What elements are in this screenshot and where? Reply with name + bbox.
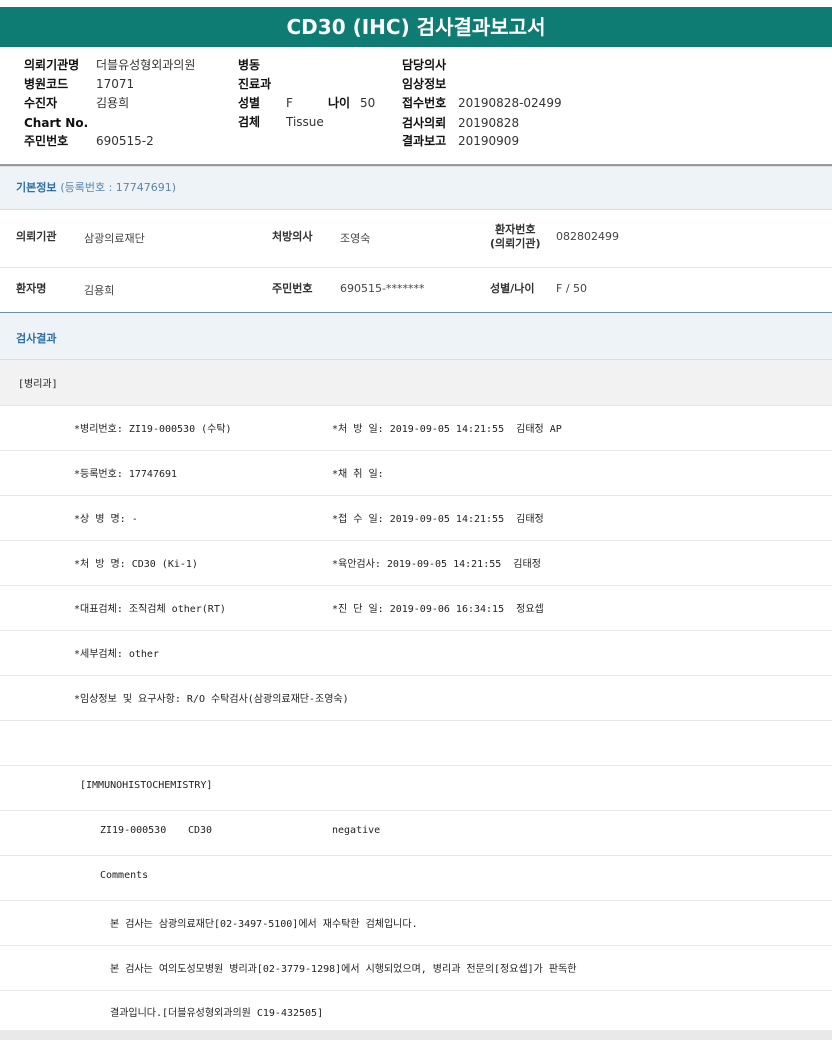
comment-line: 결과입니다.[더블유성형외과의원 C19-432505]	[0, 991, 832, 1029]
label-resident-number: 주민번호	[272, 282, 313, 295]
gross-exam-date: *육안검사: 2019-09-05 14:21:55 김태정	[332, 559, 541, 570]
ihc-result-row: ZI19-000530 CD30 negative	[0, 811, 832, 856]
clinical-request: *임상정보 및 요구사항: R/O 수탁검사(삼광의료재단-조영숙)	[74, 694, 349, 705]
diagnosis-date: *진 단 일: 2019-09-06 16:34:15 정요셉	[332, 604, 544, 615]
header-receipt-number: 접수번호 20190828-02499	[402, 96, 562, 110]
result-line: *등록번호: 17747691 *채 취 일:	[0, 451, 832, 496]
header-ward: 병동	[238, 58, 261, 72]
result-line: *상 병 명: - *접 수 일: 2019-09-05 14:21:55 김태…	[0, 496, 832, 541]
report-page: CD30 (IHC) 검사결과보고서 의뢰기관명 더블유성형외과의원 병원코드 17…	[0, 0, 832, 1040]
result-line: *대표검체: 조직검체 other(RT) *진 단 일: 2019-09-06…	[0, 586, 832, 631]
comments-label: Comments	[100, 870, 149, 881]
dept-row: [병리과]	[0, 360, 832, 406]
header-report-date: 결과보고 20190909	[402, 134, 520, 148]
comments-label-row: Comments	[0, 856, 832, 901]
header-age: 나이 50	[328, 96, 376, 110]
header-request-date: 검사의뢰 20190828	[402, 116, 520, 130]
order-name: *처 방 명: CD30 (Ki-1)	[74, 559, 198, 570]
label-patient-name: 환자명	[16, 282, 47, 295]
label-prescribing-doctor: 처방의사	[272, 230, 313, 243]
value-resident-number: 690515-*******	[340, 282, 425, 295]
value-patient-name: 김용희	[84, 284, 115, 297]
header-hospital-name: 의뢰기관명 더블유성형외과의원	[24, 58, 196, 72]
blank-row	[0, 721, 832, 766]
label-requesting-org: 의뢰기관	[16, 230, 57, 243]
receipt-date: *접 수 일: 2019-09-05 14:21:55 김태정	[332, 514, 544, 525]
comment-line: 본 검사는 삼광의료재단[02-3497-5100]에서 재수탁한 검체입니다.	[0, 901, 832, 946]
main-specimen: *대표검체: 조직검체 other(RT)	[74, 604, 226, 615]
ihc-header: [IMMUNOHISTOCHEMISTRY]	[80, 780, 213, 791]
basic-info-title: 기본정보 (등록번호 : 17747691)	[16, 181, 177, 194]
results-band: 검사결과	[0, 313, 832, 360]
registration-number: (등록번호 : 17747691)	[60, 181, 177, 194]
header-patient-name: 수진자 김용희	[24, 96, 130, 110]
basic-info-row-2: 환자명 김용희 주민번호 690515-******* 성별/나이 F / 50	[0, 268, 832, 312]
comment-text: 결과입니다.[더블유성형외과의원 C19-432505]	[110, 1008, 324, 1019]
result-line: *임상정보 및 요구사항: R/O 수탁검사(삼광의료재단-조영숙)	[0, 676, 832, 721]
ihc-header-row: [IMMUNOHISTOCHEMISTRY]	[0, 766, 832, 811]
registration-line: *등록번호: 17747691	[74, 469, 178, 480]
basic-info-band: 기본정보 (등록번호 : 17747691)	[0, 166, 832, 210]
ihc-id: ZI19-000530	[100, 825, 167, 836]
header-department: 진료과	[238, 77, 272, 91]
value-requesting-org: 삼광의료재단	[84, 232, 145, 245]
sub-specimen: *세부검체: other	[74, 649, 159, 660]
header-clinical-info: 임상정보	[402, 77, 447, 91]
pathology-number: *병리번호: ZI19-000530 (수탁)	[74, 424, 232, 435]
value-patient-number: 082802499	[556, 230, 619, 243]
header-chart-no: Chart No.	[24, 116, 89, 130]
label-patient-number: 환자번호 (의뢰기관)	[490, 223, 541, 250]
diagnosis-name: *상 병 명: -	[74, 514, 138, 525]
header-resident-number: 주민번호 690515-2	[24, 134, 154, 148]
result-line: *처 방 명: CD30 (Ki-1) *육안검사: 2019-09-05 14…	[0, 541, 832, 586]
collection-date: *채 취 일:	[332, 469, 384, 480]
header-specimen: 검체 Tissue	[238, 115, 324, 129]
ihc-marker: CD30	[188, 825, 213, 836]
bottom-scroll-area	[0, 1030, 832, 1040]
header-sex: 성별 F	[238, 96, 293, 110]
dept-label: [병리과]	[18, 379, 58, 390]
header-hospital-code: 병원코드 17071	[24, 77, 135, 91]
ihc-result: negative	[332, 825, 381, 836]
value-sex-age: F / 50	[556, 282, 588, 295]
results-title: 검사결과	[16, 332, 57, 345]
result-line: *병리번호: ZI19-000530 (수탁) *처 방 일: 2019-09-…	[0, 406, 832, 451]
report-title: CD30 (IHC) 검사결과보고서	[0, 7, 832, 47]
comment-line: 본 검사는 여의도성모병원 병리과[02-3779-1298]에서 시행되었으며…	[0, 946, 832, 991]
basic-info-row-1: 의뢰기관 삼광의료재단 처방의사 조영숙 환자번호 (의뢰기관) 08280249…	[0, 209, 832, 268]
comment-text: 본 검사는 여의도성모병원 병리과[02-3779-1298]에서 시행되었으며…	[110, 964, 577, 975]
header-physician: 담당의사	[402, 58, 447, 72]
value-prescribing-doctor: 조영숙	[340, 232, 371, 245]
comment-text: 본 검사는 삼광의료재단[02-3497-5100]에서 재수탁한 검체입니다.	[110, 919, 418, 930]
label-sex-age: 성별/나이	[490, 282, 535, 295]
result-line: *세부검체: other	[0, 631, 832, 676]
prescription-date: *처 방 일: 2019-09-05 14:21:55 김태정 AP	[332, 424, 562, 435]
